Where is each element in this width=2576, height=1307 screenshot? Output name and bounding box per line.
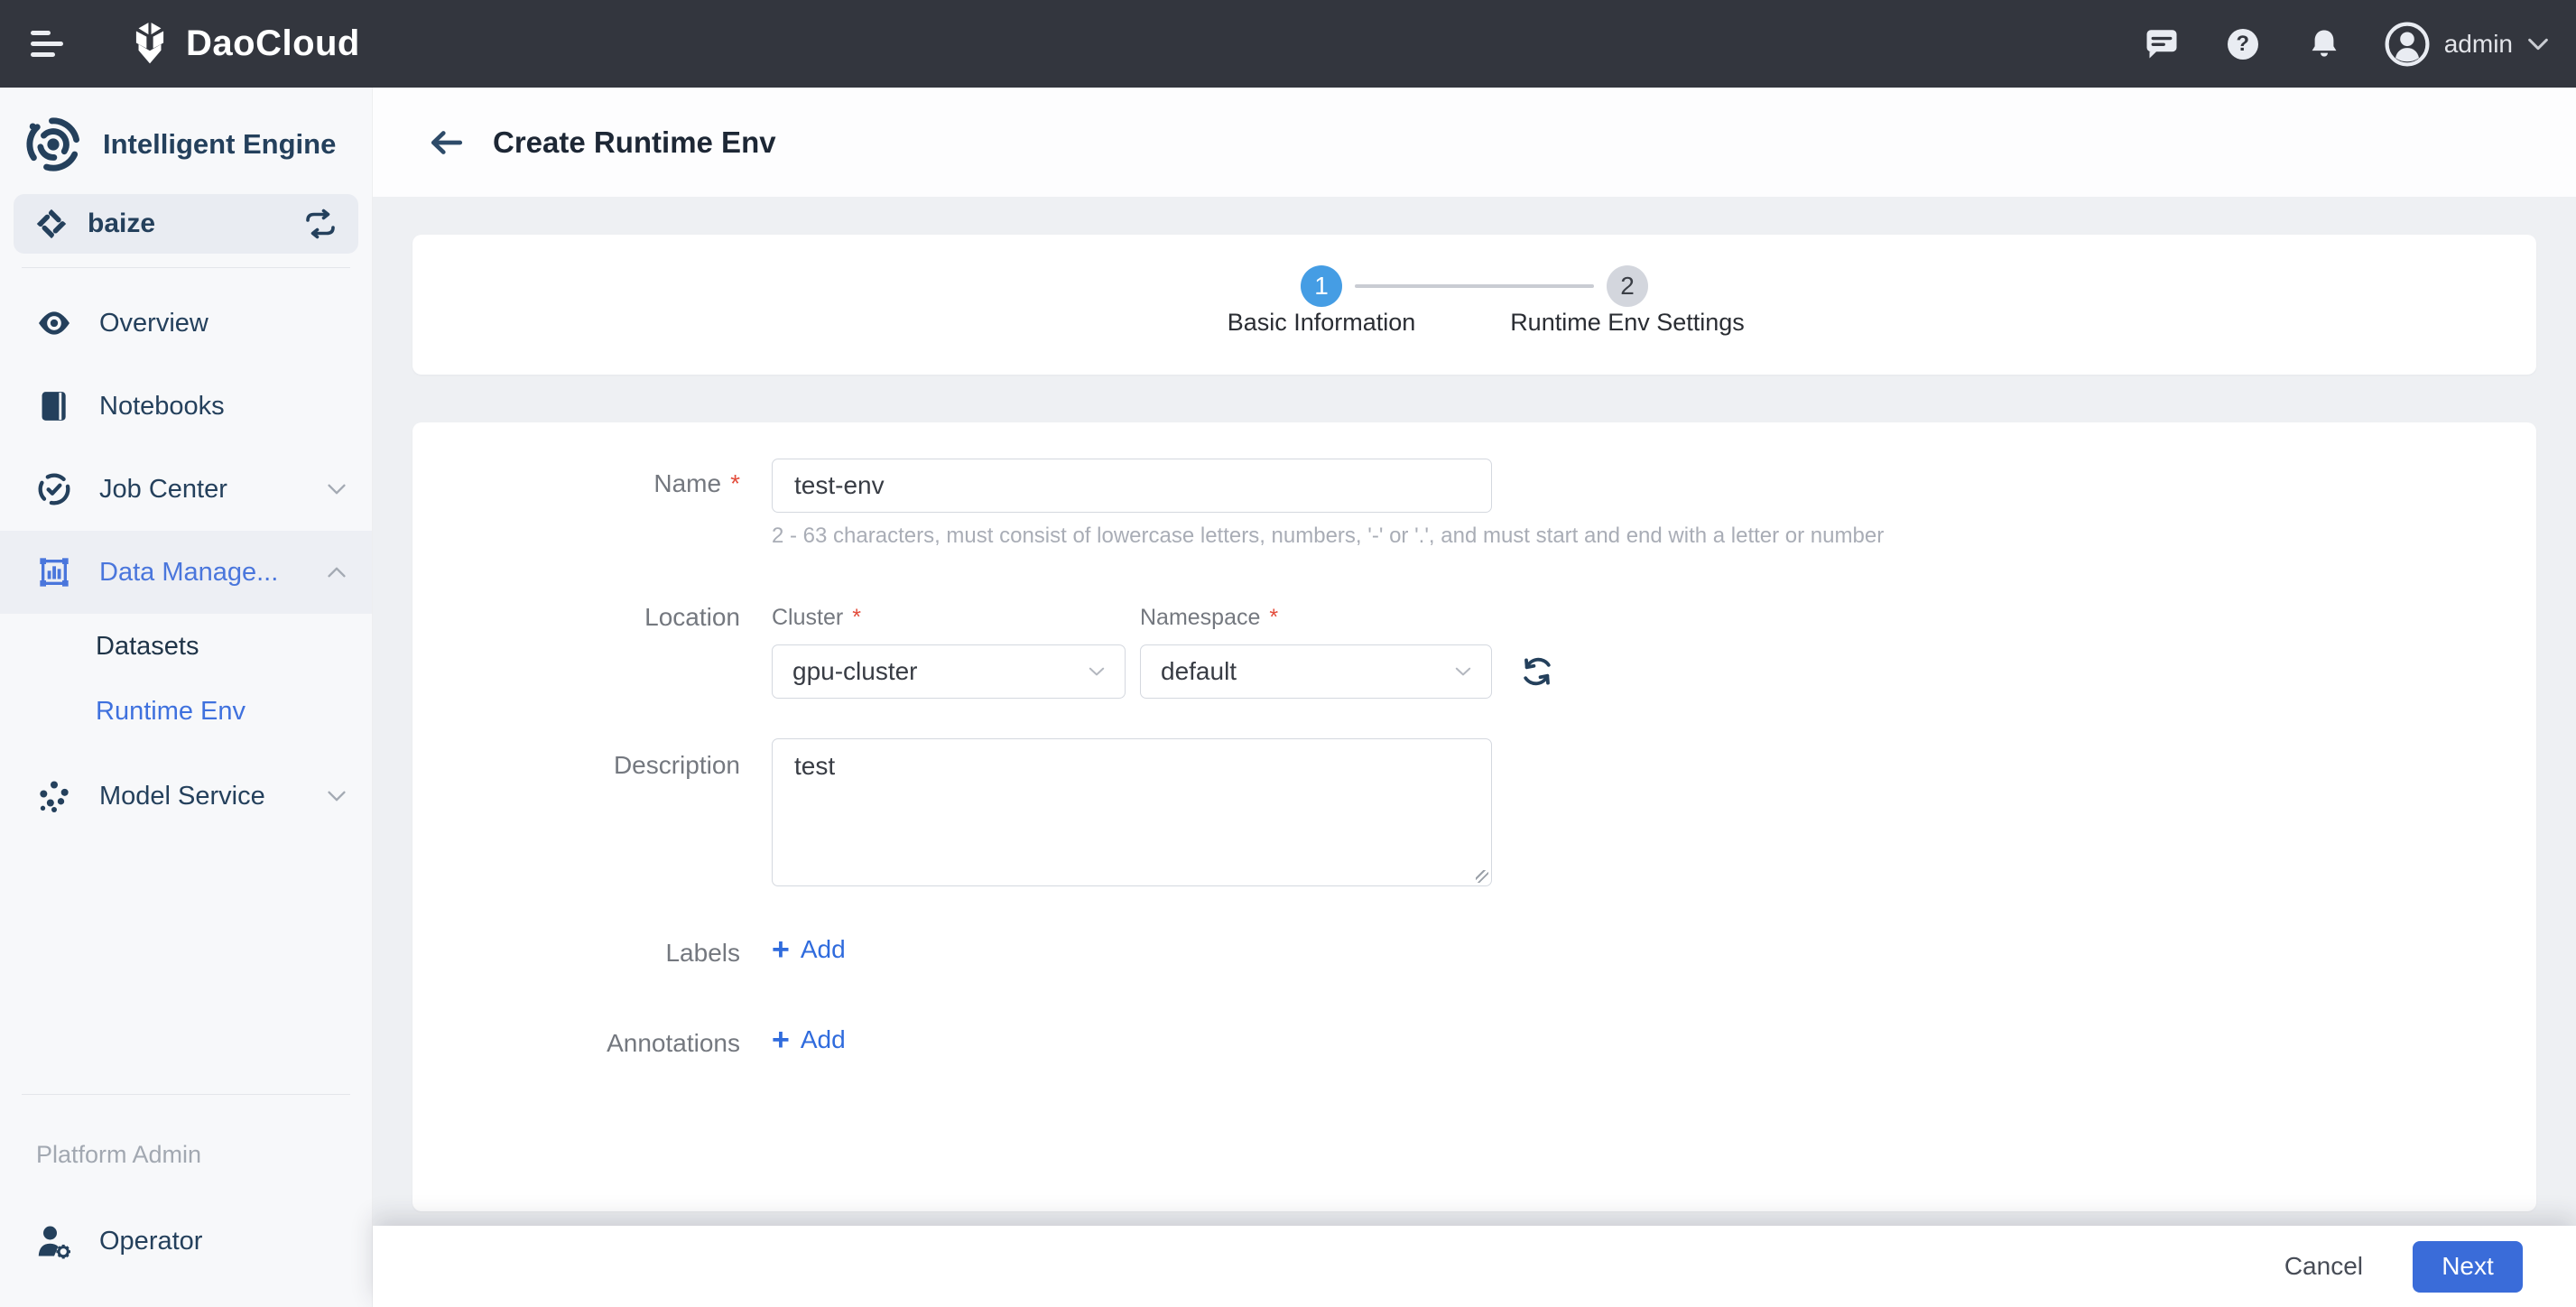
sidebar-item-datasets[interactable]: Datasets bbox=[0, 614, 372, 679]
back-arrow-icon[interactable] bbox=[424, 120, 469, 165]
chevron-down-icon bbox=[2527, 38, 2549, 51]
main-content: 1 2 Basic Information Runtime Env Settin… bbox=[373, 197, 2576, 1226]
annotations-add-button[interactable]: + Add bbox=[772, 1023, 846, 1057]
required-asterisk: * bbox=[852, 605, 861, 630]
required-asterisk: * bbox=[730, 469, 740, 497]
chevron-up-icon bbox=[327, 567, 347, 578]
step-connector bbox=[1355, 284, 1594, 288]
sidebar-item-label: Job Center bbox=[99, 474, 227, 504]
cancel-button[interactable]: Cancel bbox=[2284, 1252, 2363, 1281]
description-label: Description bbox=[613, 751, 740, 779]
workspace-switcher[interactable]: baize bbox=[14, 194, 358, 254]
sidebar-item-label: Overview bbox=[99, 308, 208, 338]
sidebar-item-overview[interactable]: Overview bbox=[0, 282, 372, 365]
sidebar-item-label: Datasets bbox=[96, 631, 199, 661]
sidebar-item-notebooks[interactable]: Notebooks bbox=[0, 365, 372, 448]
section-label: Platform Admin bbox=[36, 1141, 202, 1168]
sidebar-divider bbox=[22, 267, 350, 268]
sidebar-item-label: Data Manage... bbox=[99, 557, 279, 587]
namespace-select-value: default bbox=[1161, 657, 1237, 685]
plus-icon: + bbox=[772, 932, 790, 967]
sidebar-item-operator[interactable]: Operator bbox=[0, 1200, 372, 1283]
cluster-select[interactable]: gpu-cluster bbox=[772, 644, 1126, 699]
help-glyph: ? bbox=[2236, 31, 2250, 56]
description-field-wrap: test bbox=[772, 738, 1492, 886]
eye-icon bbox=[34, 305, 74, 341]
job-center-icon bbox=[34, 471, 74, 507]
namespace-select[interactable]: default bbox=[1140, 644, 1492, 699]
step-2-label: Runtime Env Settings bbox=[1510, 309, 1745, 336]
sidebar-divider bbox=[22, 1094, 350, 1095]
name-help-text: 2 - 63 characters, must consist of lower… bbox=[772, 524, 1885, 548]
username: admin bbox=[2443, 29, 2513, 58]
chevron-down-icon bbox=[1089, 667, 1105, 676]
step-1-label: Basic Information bbox=[1227, 309, 1416, 336]
page-header: Create Runtime Env bbox=[373, 88, 2576, 197]
chevron-down-icon bbox=[327, 484, 347, 495]
stepper: 1 2 Basic Information Runtime Env Settin… bbox=[1228, 235, 1745, 375]
product-row: Intelligent Engine bbox=[0, 88, 372, 194]
sidebar-item-label: Notebooks bbox=[99, 391, 225, 421]
name-input[interactable] bbox=[772, 459, 1492, 513]
user-menu[interactable]: admin bbox=[2385, 22, 2549, 67]
required-asterisk: * bbox=[1269, 605, 1279, 630]
step-1-indicator: 1 bbox=[1301, 265, 1342, 307]
name-label: Name * bbox=[653, 469, 740, 497]
model-service-icon bbox=[34, 778, 74, 814]
stepper-card: 1 2 Basic Information Runtime Env Settin… bbox=[412, 235, 2536, 375]
product-name: Intelligent Engine bbox=[103, 128, 337, 160]
sidebar-bottom: Platform Admin Operator bbox=[0, 1080, 372, 1283]
next-button[interactable]: Next bbox=[2413, 1240, 2523, 1293]
annotations-label: Annotations bbox=[607, 1029, 740, 1057]
sidebar-item-label: Runtime Env bbox=[96, 696, 246, 726]
plus-icon: + bbox=[772, 1023, 790, 1057]
topbar: DaoCloud ? admin bbox=[0, 0, 2576, 88]
baize-icon bbox=[33, 206, 69, 242]
labels-add-button[interactable]: + Add bbox=[772, 932, 846, 967]
sidebar-item-data-management[interactable]: Data Manage... bbox=[0, 531, 372, 614]
page-title: Create Runtime Env bbox=[493, 125, 776, 159]
sidebar-item-job-center[interactable]: Job Center bbox=[0, 448, 372, 531]
add-label: Add bbox=[800, 1025, 846, 1053]
sidebar-item-runtime-env[interactable]: Runtime Env bbox=[0, 679, 372, 744]
form-card: Name* 2 - 63 characters, must consist of… bbox=[412, 422, 2536, 1211]
sidebar-item-label: Operator bbox=[99, 1226, 203, 1256]
brand-name: DaoCloud bbox=[186, 23, 360, 63]
sidebar: Intelligent Engine baize Overview Notebo… bbox=[0, 88, 373, 1307]
cluster-select-value: gpu-cluster bbox=[792, 657, 918, 685]
daocloud-logo-icon bbox=[126, 19, 173, 70]
step-number: 1 bbox=[1314, 272, 1329, 300]
intelligent-engine-icon bbox=[23, 115, 83, 174]
chevron-down-icon bbox=[1455, 667, 1471, 676]
switch-workspace-icon[interactable] bbox=[302, 209, 338, 239]
brand: DaoCloud bbox=[126, 19, 360, 70]
notebook-icon bbox=[34, 388, 74, 424]
footer-actions: Cancel Next bbox=[373, 1226, 2576, 1307]
location-label: Location bbox=[644, 603, 740, 631]
avatar bbox=[2385, 22, 2430, 67]
app-root: DaoCloud ? admin Intelligent Engine baiz… bbox=[0, 0, 2576, 1307]
description-textarea[interactable]: test bbox=[772, 738, 1492, 886]
step-number: 2 bbox=[1620, 272, 1635, 300]
topbar-right: ? admin bbox=[2141, 22, 2549, 67]
sidebar-item-label: Model Service bbox=[99, 781, 265, 811]
refresh-icon[interactable] bbox=[1519, 654, 1555, 690]
labels-label: Labels bbox=[665, 939, 740, 967]
workspace-name: baize bbox=[88, 209, 156, 238]
namespace-label: Namespace * bbox=[1140, 605, 1279, 630]
message-icon[interactable] bbox=[2141, 23, 2182, 65]
sidebar-item-model-service[interactable]: Model Service bbox=[0, 755, 372, 838]
hamburger-menu-icon[interactable] bbox=[31, 26, 81, 62]
data-management-icon bbox=[34, 554, 74, 590]
cluster-label: Cluster * bbox=[772, 605, 861, 630]
bell-icon[interactable] bbox=[2303, 23, 2345, 65]
step-2-indicator: 2 bbox=[1607, 265, 1648, 307]
operator-icon bbox=[34, 1222, 74, 1260]
add-label: Add bbox=[800, 935, 846, 963]
help-icon[interactable]: ? bbox=[2222, 23, 2264, 65]
chevron-down-icon bbox=[327, 791, 347, 802]
